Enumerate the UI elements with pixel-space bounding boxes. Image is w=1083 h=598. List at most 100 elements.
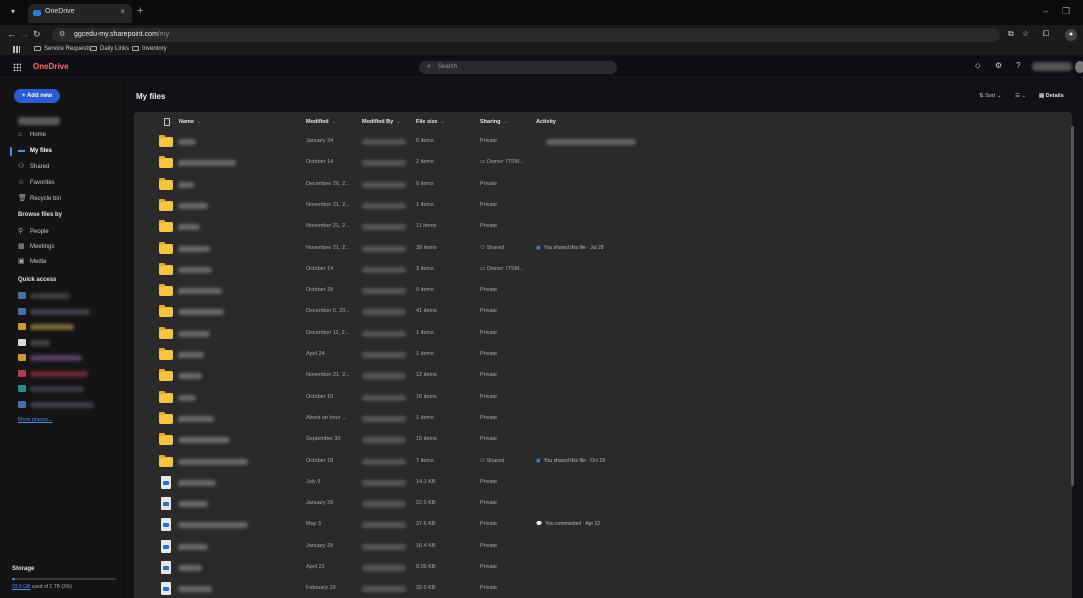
sharing-cell[interactable]: Private — [480, 543, 497, 549]
file-name[interactable] — [178, 458, 248, 465]
address-bar[interactable]: ⚙ ggcedu-my.sharepoint.com/my — [52, 28, 1000, 42]
table-row[interactable]: April 24 1 items Private — [134, 344, 1072, 365]
table-row[interactable]: October 14 2 items ▭ Owner: ITSM... — [134, 152, 1072, 173]
file-name[interactable] — [178, 586, 212, 593]
table-row[interactable]: February 29 32.0 KB Private — [134, 578, 1072, 598]
more-places-link[interactable]: More places... — [18, 417, 53, 423]
sharing-cell[interactable]: Private — [480, 223, 497, 229]
table-row[interactable]: October 14 3 items ▭ Owner: ITSM... — [134, 259, 1072, 280]
tab-search-chevron-icon[interactable]: ▾ — [11, 7, 15, 16]
file-name[interactable] — [178, 415, 214, 422]
tab-close-icon[interactable]: × — [120, 7, 125, 16]
sharing-cell[interactable]: Private — [480, 287, 497, 293]
table-row[interactable]: October 18 7 items ⚇ Shared ▣ You shared thi… — [134, 451, 1072, 472]
sharing-cell[interactable]: Private — [480, 394, 497, 400]
sharing-cell[interactable]: Private — [480, 181, 497, 187]
sharing-cell[interactable]: Private — [480, 415, 497, 421]
reload-icon[interactable]: ↻ — [33, 29, 41, 40]
table-row[interactable]: December 5, 20... 41 items Private — [134, 301, 1072, 322]
profile-avatar-icon[interactable]: ● — [1065, 29, 1077, 41]
file-name[interactable] — [178, 330, 210, 337]
sharing-cell[interactable]: Private — [480, 500, 497, 506]
table-row[interactable]: September 30 15 items Private — [134, 429, 1072, 450]
file-name[interactable] — [178, 565, 202, 571]
sharing-cell[interactable]: Private — [480, 479, 497, 485]
sidebar-item-recycle-bin[interactable]: 🗑 Recycle bin — [18, 193, 118, 205]
table-row[interactable]: About an hour ... 1 items Private — [134, 408, 1072, 429]
column-header-file-size[interactable]: File size ⌄ — [416, 119, 445, 125]
bookmark-daily-links[interactable]: Daily Links — [90, 46, 129, 52]
view-options-button[interactable]: ☰ ⌄ — [1015, 93, 1026, 99]
apps-grid-icon[interactable] — [13, 46, 20, 53]
sharing-cell[interactable]: Private — [480, 521, 497, 527]
sharing-cell[interactable]: ⚇ Shared — [480, 245, 504, 251]
table-row[interactable]: January 29 16.4 KB Private — [134, 536, 1072, 557]
browser-tab-onedrive[interactable]: OneDrive × — [28, 4, 132, 23]
column-header-activity[interactable]: Activity — [536, 119, 556, 125]
column-header-sharing[interactable]: Sharing ⌄ — [480, 119, 508, 125]
file-name[interactable] — [178, 266, 212, 273]
column-header-name[interactable]: Name ⌄ — [179, 119, 202, 125]
file-name[interactable] — [178, 394, 196, 401]
quick-access-item[interactable] — [18, 306, 118, 318]
file-name[interactable] — [178, 479, 216, 486]
bookmark-star-icon[interactable]: ☆ — [1022, 29, 1029, 38]
details-button[interactable]: ▤ Details — [1039, 93, 1064, 99]
table-row[interactable]: November 21, 2... 11 items Private — [134, 216, 1072, 237]
quick-access-item[interactable] — [18, 290, 118, 302]
table-row[interactable]: December 11, 2... 1 items Private — [134, 323, 1072, 344]
file-list-scrollbar[interactable] — [1071, 126, 1074, 486]
install-app-icon[interactable]: ⧉ — [1008, 29, 1014, 39]
bookmark-inventory[interactable]: Inventory — [132, 46, 167, 52]
file-name[interactable] — [178, 352, 204, 358]
sort-button[interactable]: ⇅ Sort ⌄ — [979, 93, 1001, 99]
sharing-cell[interactable]: ▭ Owner: ITSM... — [480, 266, 524, 272]
quick-access-item[interactable] — [18, 399, 118, 411]
file-name[interactable] — [178, 309, 224, 316]
browse-item-people[interactable]: ⚲ People — [18, 226, 118, 238]
window-minimize-icon[interactable]: – — [1043, 6, 1048, 16]
sharing-cell[interactable]: Private — [480, 564, 497, 570]
table-row[interactable]: November 21, 2... 39 items ⚇ Shared ▣ You sh… — [134, 238, 1072, 259]
file-name[interactable] — [178, 245, 210, 252]
table-row[interactable]: October 29 0 items Private — [134, 280, 1072, 301]
sharing-cell[interactable]: Private — [480, 351, 497, 357]
activity-cell[interactable]: ▣ You shared this file · Jul 28 — [536, 245, 604, 251]
storage-used-link[interactable]: 33.5 GB — [12, 584, 30, 590]
table-row[interactable]: November 21, 2... 1 items Private — [134, 195, 1072, 216]
quick-access-item[interactable] — [18, 383, 118, 395]
search-input[interactable]: ⌕ Search — [419, 61, 617, 74]
sharing-cell[interactable]: ⚇ Shared — [480, 458, 504, 464]
column-header-modified[interactable]: Modified ⌄ — [306, 119, 336, 125]
file-name[interactable] — [178, 501, 208, 508]
sharing-cell[interactable]: ▭ Owner: ITSM... — [480, 159, 524, 165]
bookmark-service-requests[interactable]: Service Requests — [34, 46, 91, 52]
activity-cell[interactable]: ▣ You shared this file · Oct 18 — [536, 458, 605, 464]
settings-gear-icon[interactable]: ⚙ — [995, 61, 1002, 70]
help-icon[interactable]: ? — [1016, 61, 1020, 70]
sidebar-item-favorites[interactable]: ☆ Favorites — [18, 177, 118, 189]
extensions-icon[interactable]: ⧠ — [1043, 29, 1049, 39]
file-name[interactable] — [178, 202, 208, 209]
file-name[interactable] — [178, 437, 230, 444]
forward-arrow-icon[interactable]: → — [20, 29, 29, 39]
table-row[interactable]: October 10 16 items Private — [134, 387, 1072, 408]
sharing-cell[interactable]: Private — [480, 202, 497, 208]
quick-access-item[interactable] — [18, 337, 118, 349]
browse-item-media[interactable]: ▣ Media — [18, 256, 118, 268]
new-tab-icon[interactable]: + — [137, 6, 143, 17]
quick-access-item[interactable] — [18, 352, 118, 364]
onedrive-logo[interactable]: OneDrive — [33, 62, 69, 71]
table-row[interactable]: January 29 22.0 KB Private — [134, 493, 1072, 514]
app-launcher-icon[interactable] — [13, 63, 21, 71]
back-arrow-icon[interactable]: ← — [7, 29, 16, 39]
account-avatar[interactable] — [1075, 61, 1083, 73]
user-name[interactable] — [1032, 62, 1072, 71]
file-name[interactable] — [178, 160, 236, 167]
sharing-cell[interactable]: Private — [480, 138, 497, 144]
file-name[interactable] — [178, 224, 200, 231]
sharing-cell[interactable]: Private — [480, 372, 497, 378]
file-name[interactable] — [178, 288, 222, 295]
quick-access-item[interactable] — [18, 321, 118, 333]
sharing-cell[interactable]: Private — [480, 330, 497, 336]
